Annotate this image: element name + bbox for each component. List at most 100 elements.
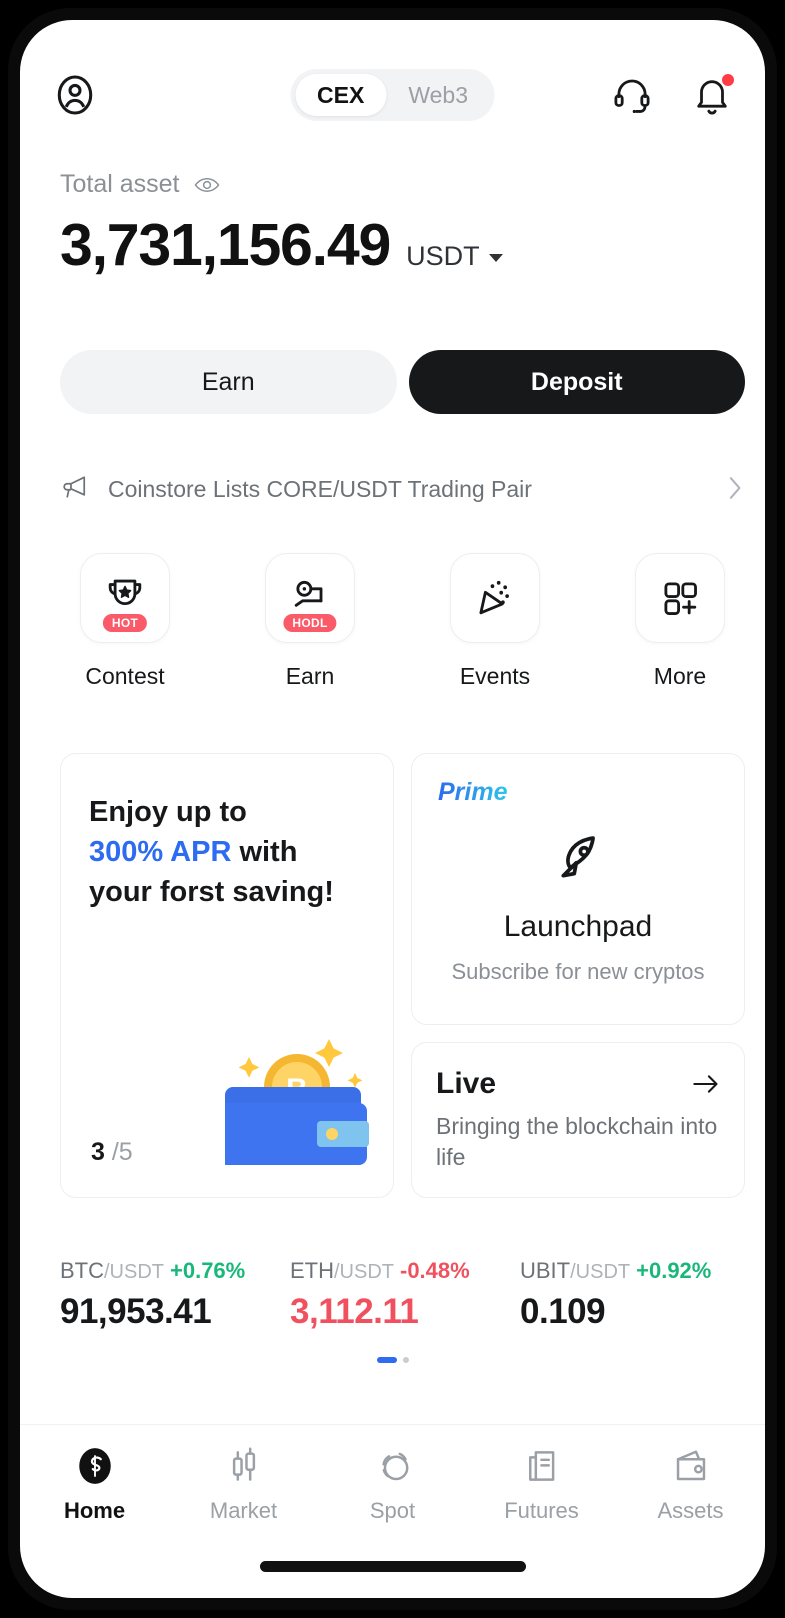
ticker-pair: BTC/USDT +0.76% — [60, 1258, 290, 1284]
ticker-pair: UBIT/USDT +0.92% — [520, 1258, 750, 1284]
total-asset-row: Total asset — [60, 170, 740, 199]
carousel-current: 3 — [91, 1138, 105, 1166]
bell-icon[interactable] — [691, 74, 734, 116]
ticker-change: -0.48% — [400, 1258, 470, 1283]
balance-section: Total asset 3,731,156.49 USDT — [60, 170, 740, 279]
ticker-change: +0.76% — [170, 1258, 246, 1283]
headset-icon[interactable] — [611, 74, 653, 116]
quick-actions-row: HOT Contest HODL Earn Events More — [60, 553, 745, 690]
ticker-btc[interactable]: BTC/USDT +0.76% 91,953.41 — [60, 1258, 290, 1332]
live-title: Live — [436, 1067, 497, 1100]
nav-item-assets[interactable]: Assets — [621, 1444, 761, 1524]
primary-actions: Earn Deposit — [60, 350, 745, 414]
eye-icon[interactable] — [194, 176, 220, 194]
promo-line-1: Enjoy up to — [89, 796, 247, 828]
market-ticker-row: BTC/USDT +0.76% 91,953.41 ETH/USDT -0.48% … — [60, 1258, 750, 1332]
ticker-price: 3,112.11 — [290, 1292, 419, 1331]
pager-dot-active[interactable] — [376, 1357, 397, 1363]
quick-action-label: Earn — [285, 663, 335, 689]
nav-label: Assets — [657, 1497, 724, 1523]
ticker-ubit[interactable]: UBIT/USDT +0.92% 0.109 — [520, 1258, 750, 1332]
launchpad-subtitle: Subscribe for new cryptos — [451, 959, 705, 984]
home-logo-icon — [73, 1444, 117, 1488]
currency-selector[interactable]: USDT — [406, 241, 503, 272]
app-header: CEX Web3 — [20, 56, 765, 134]
events-tile[interactable] — [450, 553, 540, 643]
contest-badge: HOT — [102, 614, 148, 632]
bottom-navigation: Home Market Spot Futures Assets — [20, 1424, 765, 1536]
quick-action-label: More — [653, 663, 707, 689]
deposit-button[interactable]: Deposit — [408, 350, 745, 414]
wallet-bitcoin-illustration: B — [205, 1029, 375, 1179]
earn-badge: HODL — [283, 614, 337, 632]
quick-action-label: Events — [459, 663, 531, 689]
header-actions — [611, 74, 734, 116]
nav-item-home[interactable]: Home — [25, 1444, 165, 1524]
tab-cex[interactable]: CEX — [295, 74, 387, 116]
chevron-down-icon — [488, 253, 503, 262]
cex-web3-tabs[interactable]: CEX Web3 — [290, 69, 495, 121]
document-icon — [520, 1444, 564, 1488]
nav-label: Spot — [369, 1497, 416, 1523]
ticker-base: BTC — [60, 1258, 104, 1283]
ticker-price: 91,953.41 — [60, 1292, 212, 1331]
nav-label: Home — [63, 1497, 126, 1523]
ticker-base: ETH — [290, 1258, 334, 1283]
ticker-quote: /USDT — [570, 1261, 631, 1283]
more-tile[interactable] — [635, 553, 725, 643]
promo-line-2-rest: with — [231, 836, 298, 869]
home-indicator — [259, 1561, 526, 1572]
announcement-banner[interactable]: Coinstore Lists CORE/USDT Trading Pair — [60, 465, 745, 513]
candlestick-icon — [222, 1444, 266, 1488]
quick-action-events[interactable]: Events — [430, 553, 560, 690]
app-screen: CEX Web3 Total asset 3,731,156.49 USDT E… — [20, 20, 765, 1598]
amount-row: 3,731,156.49 USDT — [60, 211, 740, 279]
ticker-price: 0.109 — [520, 1292, 606, 1331]
nav-item-futures[interactable]: Futures — [472, 1444, 612, 1524]
quick-action-earn[interactable]: HODL Earn — [245, 553, 375, 690]
earn-button[interactable]: Earn — [60, 350, 397, 414]
promo-accent: 300% APR — [89, 836, 232, 869]
quick-action-more[interactable]: More — [615, 553, 745, 690]
ticker-pair: ETH/USDT -0.48% — [290, 1258, 520, 1284]
promo-line-3: your forst saving! — [89, 876, 334, 909]
launchpad-title: Launchpad — [503, 910, 653, 943]
quick-action-label: Contest — [85, 663, 165, 689]
ticker-base: UBIT — [520, 1258, 571, 1283]
live-subtitle: Bringing the blockchain into life — [436, 1113, 718, 1171]
announcement-text: Coinstore Lists CORE/USDT Trading Pair — [108, 475, 532, 502]
promo-copy: Enjoy up to 300% APR with your forst sav… — [89, 792, 365, 912]
ticker-pagination[interactable] — [20, 1357, 765, 1363]
ticker-quote: /USDT — [334, 1261, 394, 1283]
carousel-indicator: 3 /5 — [91, 1138, 133, 1167]
phone-frame: CEX Web3 Total asset 3,731,156.49 USDT E… — [8, 8, 777, 1610]
launchpad-card[interactable]: Prime Launchpad Subscribe for new crypto… — [411, 753, 745, 1025]
promo-cards-grid: Enjoy up to 300% APR with your forst sav… — [60, 753, 745, 1198]
savings-promo-card[interactable]: Enjoy up to 300% APR with your forst sav… — [60, 753, 394, 1198]
total-asset-value: 3,731,156.49 — [60, 212, 391, 278]
nav-item-market[interactable]: Market — [174, 1444, 314, 1524]
pager-dot[interactable] — [402, 1357, 409, 1363]
contest-tile[interactable]: HOT — [80, 553, 170, 643]
currency-label: USDT — [406, 241, 480, 271]
ticker-eth[interactable]: ETH/USDT -0.48% 3,112.11 — [290, 1258, 520, 1332]
quick-action-contest[interactable]: HOT Contest — [60, 553, 190, 690]
live-card-header: Live — [436, 1067, 720, 1101]
notification-badge — [722, 74, 734, 86]
nav-item-spot[interactable]: Spot — [323, 1444, 463, 1524]
nav-label: Futures — [504, 1497, 579, 1523]
megaphone-icon — [60, 473, 90, 506]
user-circle-icon[interactable] — [52, 72, 98, 118]
ticker-change: +0.92% — [636, 1258, 712, 1283]
nav-label: Market — [209, 1497, 278, 1523]
chevron-right-icon[interactable] — [729, 476, 745, 502]
prime-tag: Prime — [438, 778, 508, 806]
earn-tile[interactable]: HODL — [265, 553, 355, 643]
tab-web3[interactable]: Web3 — [386, 74, 490, 116]
right-cards-column: Prime Launchpad Subscribe for new crypto… — [411, 753, 745, 1198]
carousel-total: /5 — [111, 1138, 133, 1166]
wallet-icon — [669, 1444, 713, 1488]
swap-circles-icon — [371, 1444, 415, 1488]
arrow-right-icon[interactable] — [692, 1073, 720, 1095]
live-card[interactable]: Live Bringing the blockchain into life — [411, 1042, 745, 1198]
